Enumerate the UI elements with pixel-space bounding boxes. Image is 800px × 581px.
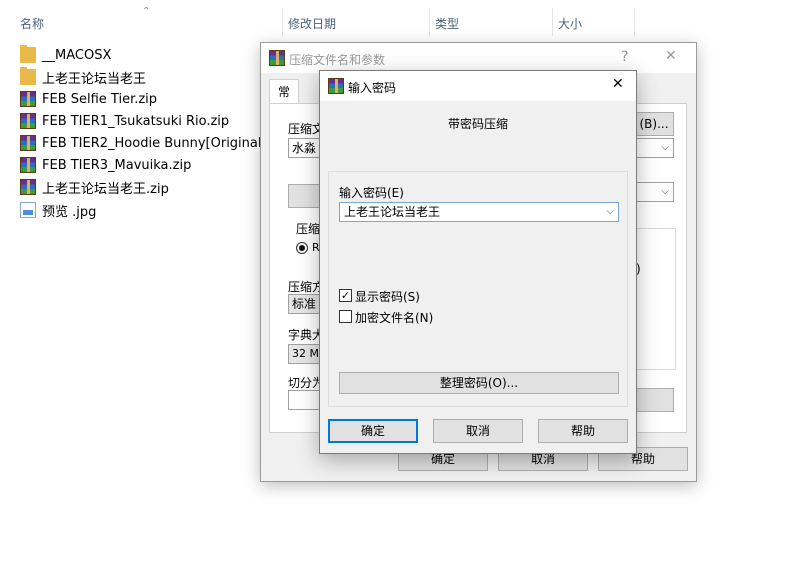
column-modified-date[interactable]: 修改日期 (288, 15, 336, 32)
winrar-archive-icon (20, 179, 36, 195)
profile-select[interactable]: ⌵ (636, 182, 674, 202)
column-name[interactable]: 名称 (20, 15, 44, 32)
list-item[interactable]: FEB TIER1_Tsukatsuki Rio.zip (20, 110, 229, 132)
list-item[interactable]: 上老王论坛当老王 (20, 66, 146, 88)
folder-icon (20, 67, 36, 85)
encrypt-filenames-checkbox[interactable] (339, 310, 352, 323)
column-separator[interactable] (634, 8, 635, 36)
column-size[interactable]: 大小 (558, 15, 582, 32)
help-button[interactable]: 帮助 (538, 419, 628, 443)
list-item[interactable]: 上老王论坛当老王.zip (20, 176, 169, 198)
list-item[interactable]: 预览 .jpg (20, 199, 96, 221)
dialog-heading: 带密码压缩 (448, 117, 509, 131)
column-separator[interactable] (429, 8, 430, 36)
list-item[interactable]: FEB TIER3_Mavuika.zip (20, 154, 191, 176)
chevron-down-icon: ⌵ (661, 142, 669, 153)
column-separator[interactable] (282, 8, 283, 36)
file-name: FEB TIER3_Mavuika.zip (42, 157, 192, 173)
enter-password-dialog: 输入密码 ✕ 带密码压缩 输入密码(E) 上老王论坛当老王 ⌵ ✓ 显示密码(S… (319, 70, 637, 454)
password-label: 输入密码(E) (339, 186, 404, 200)
explorer-column-header: ⌃ 名称 修改日期 类型 大小 (0, 0, 800, 42)
column-type[interactable]: 类型 (435, 15, 459, 32)
winrar-app-icon (269, 50, 285, 66)
organize-passwords-button[interactable]: 整理密码(O)... (339, 372, 619, 394)
file-name: FEB Selfie Tier.zip (42, 91, 158, 107)
column-separator[interactable] (552, 8, 553, 36)
file-name: 上老王论坛当老王.zip (42, 181, 169, 197)
dialog-titlebar[interactable]: 输入密码 ✕ (320, 71, 636, 101)
show-password-label: 显示密码(S) (355, 290, 420, 304)
folder-icon (20, 45, 36, 63)
browse-button[interactable]: (B)... (634, 112, 674, 136)
file-name: FEB TIER1_Tsukatsuki Rio.zip (42, 113, 230, 129)
dialog-titlebar[interactable]: 压缩文件名和参数 ? ✕ (261, 43, 696, 73)
dialog-title: 输入密码 (348, 81, 397, 95)
update-mode-select[interactable]: ⌵ (636, 138, 674, 158)
format-rar-radio[interactable] (296, 242, 308, 254)
password-group: 输入密码(E) 上老王论坛当老王 ⌵ ✓ 显示密码(S) 加密文件名(N) 整理… (328, 171, 628, 407)
list-item[interactable]: FEB TIER2_Hoodie Bunny[Original].zip (20, 132, 289, 154)
winrar-app-icon (328, 78, 344, 94)
dialog-title: 压缩文件名和参数 (289, 53, 386, 67)
help-icon[interactable]: ? (621, 49, 628, 65)
set-password-button[interactable] (634, 388, 674, 412)
password-value: 上老王论坛当老王 (344, 205, 441, 219)
ok-button[interactable]: 确定 (328, 419, 418, 443)
file-name: FEB TIER2_Hoodie Bunny[Original].zip (42, 135, 290, 151)
encrypt-filenames-label: 加密文件名(N) (355, 311, 434, 325)
close-icon[interactable]: ✕ (612, 76, 624, 92)
show-password-checkbox[interactable]: ✓ (339, 289, 352, 302)
winrar-archive-icon (20, 91, 36, 107)
winrar-archive-icon (20, 113, 36, 129)
winrar-archive-icon (20, 157, 36, 173)
list-item[interactable]: __MACOSX (20, 44, 111, 66)
archive-format-label: 压缩 (296, 222, 321, 236)
cancel-button[interactable]: 取消 (433, 419, 523, 443)
winrar-archive-icon (20, 135, 36, 151)
tab-general[interactable]: 常规 (269, 79, 300, 123)
sort-up-icon: ⌃ (142, 6, 151, 17)
file-name: __MACOSX (42, 47, 112, 63)
password-input[interactable]: 上老王论坛当老王 ⌵ (339, 202, 619, 222)
image-file-icon (20, 202, 36, 218)
close-icon[interactable]: ✕ (665, 48, 677, 64)
file-name: 预览 .jpg (42, 204, 97, 220)
file-name: 上老王论坛当老王 (42, 71, 147, 87)
list-item[interactable]: FEB Selfie Tier.zip (20, 88, 157, 110)
chevron-down-icon[interactable]: ⌵ (606, 203, 614, 221)
chevron-down-icon: ⌵ (661, 186, 669, 197)
